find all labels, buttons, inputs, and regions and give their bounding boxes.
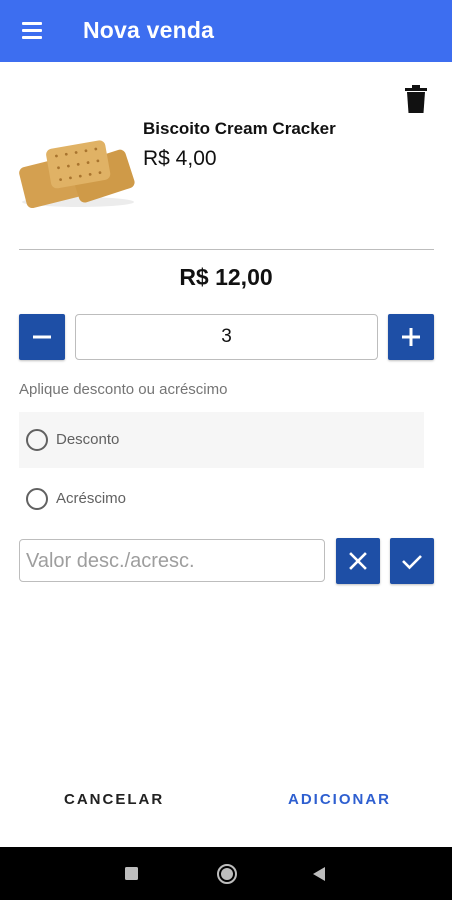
minus-icon bbox=[33, 335, 51, 339]
close-icon bbox=[349, 552, 367, 570]
check-icon bbox=[402, 555, 422, 570]
home-icon[interactable] bbox=[216, 863, 238, 890]
increment-button[interactable] bbox=[388, 314, 434, 360]
radio-label: Desconto bbox=[56, 431, 120, 448]
total-price: R$ 12,00 bbox=[179, 264, 273, 290]
radio-acrescimo[interactable]: Acréscimo bbox=[19, 471, 424, 527]
decrement-button[interactable] bbox=[19, 314, 65, 360]
radio-desconto[interactable]: Desconto bbox=[19, 412, 424, 468]
quantity-field[interactable]: 3 bbox=[75, 314, 378, 360]
apply-adjustment-button[interactable] bbox=[390, 538, 434, 584]
clear-adjustment-button[interactable] bbox=[336, 538, 380, 584]
product-name: Biscoito Cream Cracker bbox=[143, 119, 336, 138]
recents-icon[interactable] bbox=[125, 867, 139, 886]
radio-label: Acréscimo bbox=[56, 490, 127, 507]
cancel-button[interactable]: CANCELAR bbox=[64, 791, 164, 808]
product-image bbox=[18, 138, 136, 209]
radio-circle-icon[interactable] bbox=[26, 429, 48, 451]
menu-icon[interactable] bbox=[20, 20, 44, 42]
add-button[interactable]: ADICIONAR bbox=[288, 791, 391, 808]
product-price: R$ 4,00 bbox=[143, 147, 217, 170]
adjustment-hint: Aplique desconto ou acréscimo bbox=[19, 381, 228, 398]
radio-circle-icon[interactable] bbox=[26, 488, 48, 510]
page-title: Nova venda bbox=[83, 17, 215, 43]
divider bbox=[19, 249, 434, 250]
trash-icon[interactable] bbox=[402, 84, 430, 114]
system-nav-bar bbox=[0, 847, 452, 900]
app-bar: Nova venda bbox=[0, 0, 452, 62]
plus-icon bbox=[402, 328, 420, 346]
adjustment-value-input[interactable]: Valor desc./acresc. bbox=[19, 539, 325, 582]
back-icon[interactable] bbox=[311, 866, 327, 887]
